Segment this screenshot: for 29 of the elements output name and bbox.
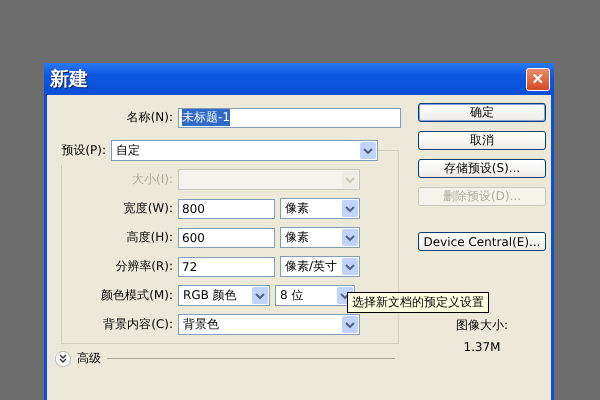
field-label: 颜色模式(M): xyxy=(100,287,173,304)
unit-select[interactable]: 像素/英寸 xyxy=(280,256,360,277)
number-field[interactable]: 72 xyxy=(178,256,275,276)
dialog-button[interactable]: 存储预设(S)... xyxy=(418,159,546,178)
tooltip: 选择新文档的预定义设置 xyxy=(347,292,489,313)
image-size-value: 1.37M xyxy=(462,340,502,354)
field-label: 大小(I): xyxy=(131,171,173,188)
field-label: 背景内容(C): xyxy=(102,316,173,333)
dialog-button[interactable]: 确定 xyxy=(418,103,546,122)
field-label: 宽度(W): xyxy=(122,200,173,217)
number-field[interactable]: 800 xyxy=(178,198,275,218)
dialog-button[interactable]: 取消 xyxy=(418,131,546,150)
double-chevron-icon xyxy=(58,354,68,364)
window-title: 新建 xyxy=(50,67,88,92)
field-label: 高度(H): xyxy=(126,229,173,246)
number-field[interactable]: 600 xyxy=(178,228,275,248)
unit-select[interactable]: 像素 xyxy=(280,227,360,248)
image-size-label: 图像大小: xyxy=(454,317,510,334)
unit-select[interactable]: 像素 xyxy=(280,198,360,219)
name-label: 名称(N): xyxy=(126,109,173,126)
mode-select[interactable]: RGB 颜色 xyxy=(178,285,270,306)
dropdown-field[interactable]: 背景色 xyxy=(178,314,360,335)
preset-select[interactable]: 自定 xyxy=(111,140,378,161)
advanced-label: 高级 xyxy=(77,350,101,367)
dialog-button[interactable]: Device Central(E)... xyxy=(418,232,546,251)
field-label: 分辨率(R): xyxy=(114,258,173,275)
expand-button[interactable] xyxy=(55,350,71,366)
preset-label: 预设(P): xyxy=(60,142,106,159)
name-field[interactable]: 未标题-1 xyxy=(178,108,401,128)
